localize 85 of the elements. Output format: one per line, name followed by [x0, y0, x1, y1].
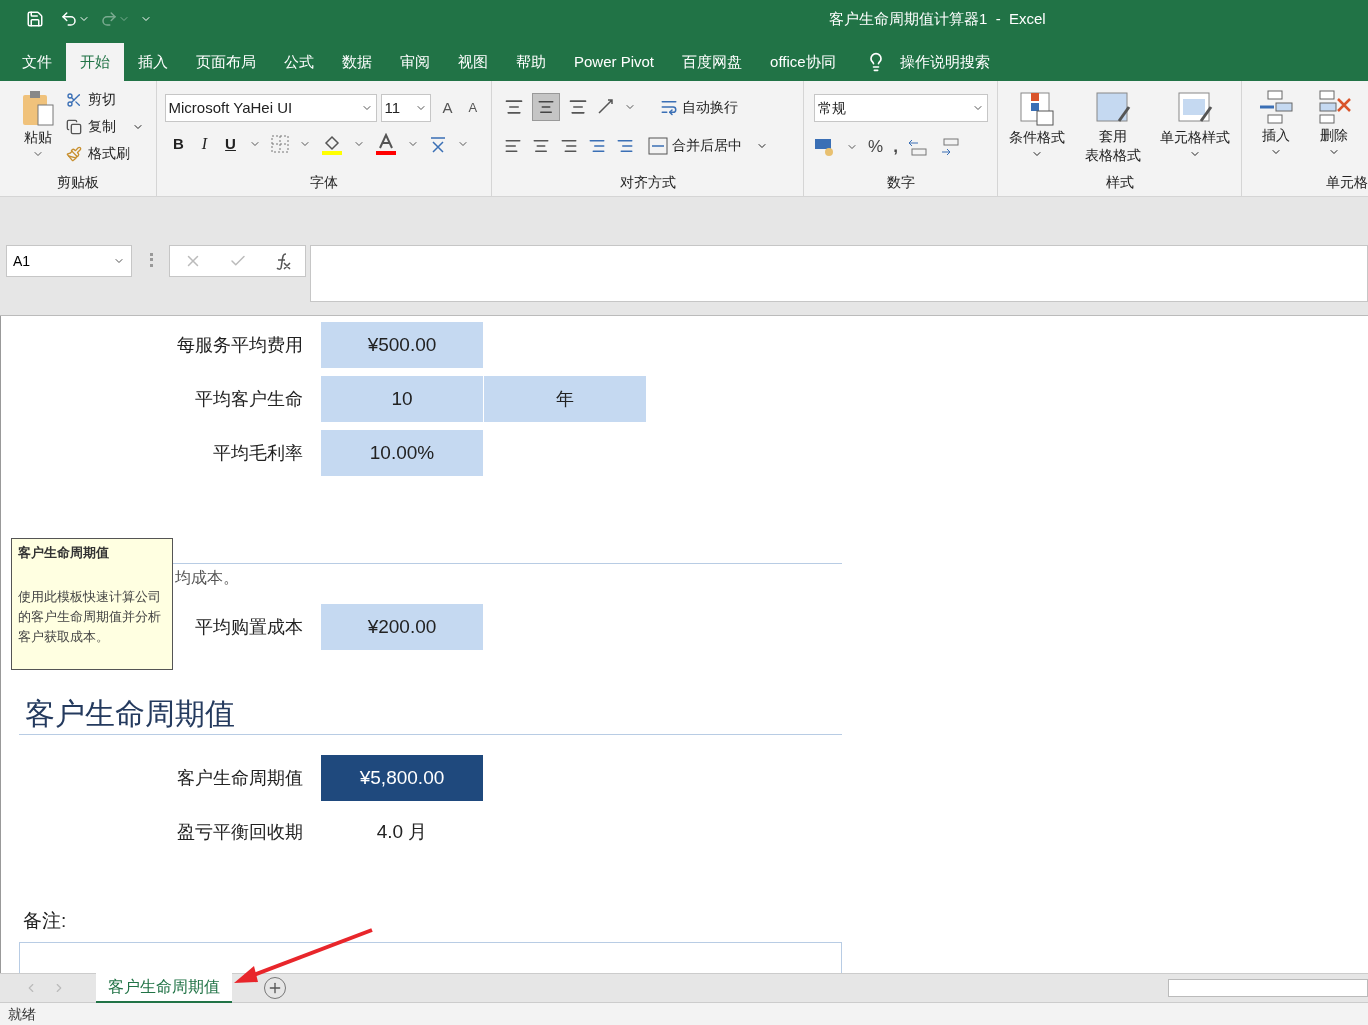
ribbon-tab[interactable]: 插入	[124, 43, 182, 81]
comma-button[interactable]: ,	[893, 134, 898, 160]
group-label: 对齐方式	[618, 173, 677, 192]
status-text: 就绪	[8, 1004, 36, 1024]
conditional-formatting-button[interactable]: 条件格式	[1006, 91, 1068, 165]
section-heading: 客户生命周期值	[25, 696, 235, 732]
middle-align-button[interactable]	[532, 93, 561, 121]
ribbon-tab[interactable]: 文件	[8, 43, 66, 81]
undo-icon[interactable]	[60, 10, 78, 28]
ribbon-tab[interactable]: 百度网盘	[668, 43, 757, 81]
currency-icon[interactable]	[814, 136, 836, 157]
group-label: 数字	[885, 173, 916, 192]
align-middle-icon	[537, 98, 556, 116]
insert-cells-button[interactable]: 插入	[1256, 89, 1296, 158]
group-label: 单元格	[1325, 173, 1368, 192]
section-subtitle: 均成本。	[175, 568, 240, 588]
value-cell: ¥500.00	[321, 322, 483, 368]
plus-icon	[267, 980, 283, 996]
wrap-text-button[interactable]: 自动换行	[660, 96, 739, 118]
field-label: 平均毛利率	[213, 441, 303, 465]
italic-button[interactable]: I	[196, 132, 213, 156]
unit-cell: 年	[484, 376, 646, 422]
ribbon-tab[interactable]: office协同	[756, 43, 850, 81]
notes-label: 备注:	[23, 909, 68, 933]
ribbon-tab[interactable]: 开始	[66, 43, 124, 81]
save-icon[interactable]	[26, 10, 44, 28]
clipboard-icon	[21, 89, 55, 127]
group-label: 字体	[308, 173, 339, 192]
font-size-field[interactable]: 11	[380, 94, 431, 122]
merge-center-button[interactable]: 合并后居中	[648, 135, 769, 156]
value-cell: 10.00%	[321, 430, 483, 476]
ribbon-tab[interactable]: 页面布局	[182, 43, 270, 81]
field-label: 盈亏平衡回收期	[177, 820, 303, 844]
value-cell: 10	[321, 376, 483, 422]
value-cell: ¥200.00	[321, 604, 483, 650]
bold-button[interactable]: B	[170, 132, 187, 156]
font-color-icon[interactable]	[374, 133, 397, 155]
delete-cells-button[interactable]: 删除	[1314, 89, 1354, 158]
bottom-align-icon[interactable]	[568, 97, 589, 117]
cell-styles-button[interactable]: 单元格样式	[1157, 91, 1233, 165]
number-format-field[interactable]: 常规	[814, 94, 988, 122]
percent-button[interactable]: %	[868, 134, 884, 160]
field-label: 每服务平均费用	[177, 333, 303, 357]
scissors-icon	[66, 91, 82, 108]
conditional-format-icon	[1018, 91, 1055, 127]
format-as-table-button[interactable]: 套用 表格格式	[1077, 91, 1148, 165]
top-align-icon[interactable]	[504, 97, 525, 117]
font-name-field[interactable]: Microsoft YaHei UI	[164, 94, 377, 122]
merge-icon	[648, 136, 669, 155]
fill-color-icon[interactable]	[320, 133, 343, 155]
delete-cells-icon	[1316, 89, 1352, 125]
shrink-font-button[interactable]: A	[468, 98, 478, 118]
field-label: 平均客户生命	[195, 387, 303, 411]
function-icon[interactable]	[273, 252, 292, 270]
grip-icon	[150, 253, 153, 267]
brush-icon	[66, 145, 82, 162]
wrap-text-icon	[660, 98, 679, 116]
ribbon-tab[interactable]: 公式	[270, 43, 328, 81]
copy-button[interactable]: 复制	[66, 116, 144, 137]
ribbon-tab[interactable]: 审阅	[386, 43, 444, 81]
ribbon-tab[interactable]: 数据	[328, 43, 386, 81]
tooltip-title: 客户生命周期值	[18, 544, 110, 562]
ribbon-tab[interactable]: 帮助	[502, 43, 560, 81]
sheet-tab[interactable]: 客户生命周期值	[96, 973, 232, 1003]
value-cell-text: 4.0 月	[375, 819, 429, 844]
window-title: 客户生命周期值计算器1 - Excel	[829, 8, 1046, 29]
group-label: 样式	[1104, 173, 1135, 192]
field-label: 平均购置成本	[195, 615, 303, 639]
ribbon-tab[interactable]: 视图	[444, 43, 502, 81]
tooltip-text: 使用此模板快速计算公司的客户生命周期值并分析客户获取成本。	[18, 587, 162, 646]
group-label: 剪贴板	[55, 173, 100, 192]
cut-button[interactable]: 剪切	[66, 89, 144, 110]
horizontal-scrollbar[interactable]	[1168, 979, 1368, 997]
format-painter-button[interactable]: 格式刷	[66, 143, 144, 164]
field-label: 客户生命周期值	[177, 766, 303, 790]
underline-button[interactable]: U	[222, 132, 239, 156]
grow-font-button[interactable]: A	[442, 96, 453, 120]
tell-me-search[interactable]: 操作说明搜索	[899, 50, 990, 74]
copy-icon	[66, 118, 82, 135]
insert-cells-icon	[1258, 89, 1294, 125]
name-box[interactable]: A1	[6, 245, 132, 277]
formula-input[interactable]	[310, 245, 1368, 302]
paste-button[interactable]: 粘贴	[18, 89, 58, 172]
value-cell: ¥5,800.00	[321, 755, 483, 801]
ribbon-tab[interactable]: Power Pivot	[560, 43, 669, 81]
